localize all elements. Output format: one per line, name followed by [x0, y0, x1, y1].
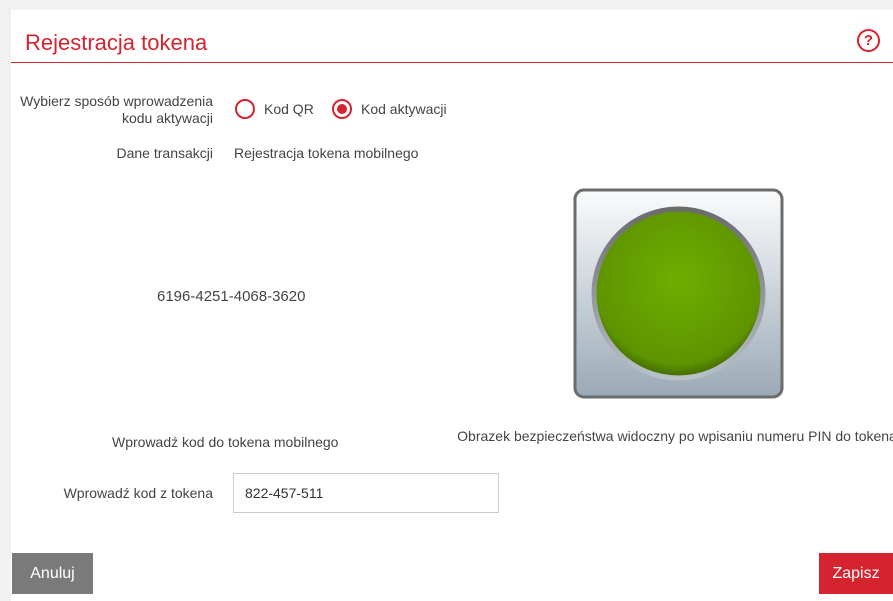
radio-selected-icon[interactable]	[332, 99, 352, 119]
help-icon[interactable]: ?	[857, 29, 880, 52]
method-label: Wybierz sposób wprowadzenia kodu aktywac…	[20, 93, 213, 126]
page-title: Rejestracja tokena	[25, 30, 208, 55]
token-code-label: Wprowadź kod z tokena	[63, 485, 213, 501]
radio-activation-code[interactable]: Kod aktywacji	[332, 99, 447, 119]
cancel-button[interactable]: Anuluj	[12, 553, 93, 594]
radio-qr-label: Kod QR	[264, 101, 314, 117]
green-circle-button-icon	[573, 188, 784, 399]
save-button[interactable]: Zapisz	[819, 553, 893, 594]
token-code-input[interactable]	[233, 473, 499, 513]
security-image	[567, 182, 790, 405]
enter-to-token-label: Wprowadź kod do tokena mobilnego	[112, 434, 339, 450]
transaction-label: Dane transakcji	[116, 145, 214, 161]
token-registration-panel: Rejestracja tokena ? Wybierz sposób wpro…	[11, 10, 893, 601]
radio-activation-label: Kod aktywacji	[361, 101, 447, 117]
transaction-value: Rejestracja tokena mobilnego	[234, 145, 419, 161]
radio-qr-code[interactable]: Kod QR	[235, 99, 314, 119]
security-image-caption: Obrazek bezpieczeństwa widoczny po wpisa…	[457, 428, 893, 444]
activation-code: 6196-4251-4068-3620	[157, 288, 306, 305]
radio-circle-icon[interactable]	[235, 99, 255, 119]
page-header: Rejestracja tokena ?	[11, 10, 893, 63]
